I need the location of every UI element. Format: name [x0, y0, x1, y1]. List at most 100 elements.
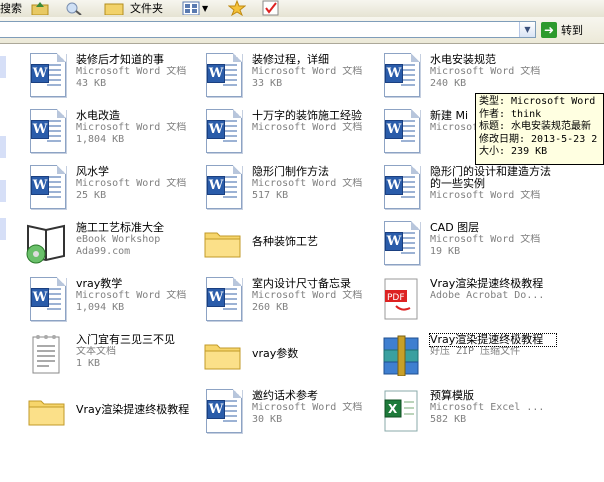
search-button[interactable]: 搜索	[0, 0, 24, 16]
file-text: 隐形门制作方法 Microsoft Word 文档 517 KB	[252, 166, 378, 202]
file-text: Vray渲染提速终极教程 好压 ZIP 压缩文件	[429, 333, 557, 358]
file-text: Vray渲染提速终极教程 Adobe Acrobat Do...	[430, 278, 556, 302]
file-text: 隐形门的设计和建造方法的一些实例 Microsoft Word 文档	[430, 166, 556, 202]
favorite-button[interactable]	[228, 0, 250, 16]
file-name: 风水学	[76, 165, 109, 178]
file-text: 水电安装规范 Microsoft Word 文档 240 KB	[430, 54, 556, 90]
file-text: 各种装饰工艺	[252, 236, 378, 248]
task-pane-header	[0, 218, 6, 240]
text-doc-icon	[24, 332, 70, 378]
check-button[interactable]	[262, 0, 284, 16]
address-dropdown-button[interactable]: ▼	[519, 22, 535, 37]
file-text: CAD 图层 Microsoft Word 文档 19 KB	[430, 222, 556, 258]
file-type: Microsoft Word 文档	[252, 66, 363, 77]
folder-icon	[104, 3, 124, 15]
file-type: Microsoft Word 文档	[76, 66, 187, 77]
file-item[interactable]: W 装修过程，详细 Microsoft Word 文档 33 KB	[200, 50, 378, 100]
file-type: Microsoft Word 文档	[76, 178, 187, 189]
file-size: 43 KB	[76, 78, 107, 89]
file-text: 施工工艺标准大全 eBook Workshop Ada99.com	[76, 222, 202, 258]
search-folder-button[interactable]	[64, 0, 92, 16]
file-type: 好压 ZIP 压缩文件	[430, 346, 521, 357]
file-item[interactable]: 施工工艺标准大全 eBook Workshop Ada99.com	[24, 218, 202, 268]
pdf-icon: PDF	[378, 276, 424, 322]
file-item[interactable]: W 十万字的装饰施工经验 Microsoft Word 文档	[200, 106, 378, 156]
file-text: 水电改造 Microsoft Word 文档 1,804 KB	[76, 110, 202, 146]
file-text: 十万字的装饰施工经验 Microsoft Word 文档	[252, 110, 378, 134]
file-item[interactable]: PDF Vray渲染提速终极教程 Adobe Acrobat Do...	[378, 274, 556, 324]
folders-button[interactable]: 文件夹	[104, 0, 174, 16]
tooltip-author: 作者: think	[479, 108, 542, 120]
file-item[interactable]: W 装修后才知道的事 Microsoft Word 文档 43 KB	[24, 50, 202, 100]
word-doc-icon: W	[200, 276, 246, 322]
folder-item[interactable]: vray参数	[200, 330, 378, 380]
file-item[interactable]: W CAD 图层 Microsoft Word 文档 19 KB	[378, 218, 556, 268]
up-folder-button[interactable]	[30, 0, 60, 16]
toolbar: 搜索 文件夹 ▼	[0, 0, 604, 18]
file-name: CAD 图层	[430, 221, 480, 234]
file-name: Vray渲染提速终极教程	[76, 403, 190, 416]
file-type: Microsoft Word 文档	[76, 290, 187, 301]
file-size: 30 KB	[252, 414, 283, 425]
file-name: Vray渲染提速终极教程	[429, 333, 557, 347]
file-size: 260 KB	[252, 302, 289, 313]
file-name: 施工工艺标准大全	[76, 221, 164, 234]
file-type: Adobe Acrobat Do...	[430, 290, 545, 301]
file-item[interactable]: Wvray教学 Microsoft Word 文档 1,094 KB	[24, 274, 202, 324]
file-text: Vray渲染提速终极教程	[76, 404, 202, 416]
go-label: 转到	[561, 24, 583, 37]
file-item[interactable]: W 隐形门的设计和建造方法的一些实例 Microsoft Word 文档	[378, 162, 556, 212]
task-pane-header	[0, 180, 6, 202]
file-name: vray教学	[76, 277, 123, 290]
views-button[interactable]: ▼	[182, 0, 218, 16]
file-name: vray参数	[252, 347, 299, 360]
file-size: Ada99.com	[76, 246, 131, 257]
file-name: 入门宜有三见三不见	[76, 333, 175, 346]
file-item[interactable]: Vray渲染提速终极教程 好压 ZIP 压缩文件	[378, 330, 557, 380]
file-item[interactable]: W 风水学 Microsoft Word 文档 25 KB	[24, 162, 202, 212]
file-size: 517 KB	[252, 190, 289, 201]
file-size: 1,804 KB	[76, 134, 125, 145]
file-text: 室内设计尺寸备忘录 Microsoft Word 文档 260 KB	[252, 278, 378, 314]
file-item[interactable]: X 预算模版 Microsoft Excel ... 582 KB	[378, 386, 556, 436]
address-input[interactable]: ▼	[0, 21, 536, 38]
excel-icon: X	[378, 388, 424, 434]
word-doc-icon: W	[378, 52, 424, 98]
file-size: 25 KB	[76, 190, 107, 201]
file-name: 隐形门制作方法	[252, 165, 329, 178]
folder-item[interactable]: 各种装饰工艺	[200, 218, 378, 268]
file-item[interactable]: W 隐形门制作方法 Microsoft Word 文档 517 KB	[200, 162, 378, 212]
file-size: 240 KB	[430, 78, 467, 89]
file-item[interactable]: 入门宜有三见三不见 文本文档 1 KB	[24, 330, 202, 380]
file-type: Microsoft Word 文档	[430, 190, 541, 201]
word-doc-icon: W	[24, 276, 70, 322]
file-text: 风水学 Microsoft Word 文档 25 KB	[76, 166, 202, 202]
folder-item[interactable]: Vray渲染提速终极教程	[24, 386, 202, 436]
word-doc-icon: W	[200, 388, 246, 434]
tooltip-modified: 修改日期: 2013-5-23 2	[479, 133, 598, 145]
zip-archive-icon	[378, 332, 424, 378]
chevron-down-icon: ▼	[202, 3, 209, 13]
folder-icon	[24, 388, 70, 434]
word-doc-icon: W	[200, 164, 246, 210]
file-name: 各种装饰工艺	[252, 235, 318, 248]
file-name: 装修过程，详细	[252, 53, 329, 66]
file-item[interactable]: W 邀约话术参考 Microsoft Word 文档 30 KB	[200, 386, 378, 436]
file-item[interactable]: W 室内设计尺寸备忘录 Microsoft Word 文档 260 KB	[200, 274, 378, 324]
file-size: 582 KB	[430, 414, 467, 425]
word-doc-icon: W	[378, 220, 424, 266]
file-type: Microsoft Word 文档	[252, 122, 363, 133]
go-button[interactable]: ➜ 转到	[541, 21, 583, 39]
svg-text:X: X	[388, 402, 398, 416]
file-name: Vray渲染提速终极教程	[430, 277, 544, 290]
file-info-tooltip: 类型: Microsoft Word 作者: think 标题: 水电安装规范最…	[475, 93, 604, 165]
file-size: 1 KB	[76, 358, 101, 369]
file-size: 33 KB	[252, 78, 283, 89]
checkmark-icon	[262, 0, 279, 16]
task-pane-header	[0, 56, 6, 78]
search-label: 搜索	[0, 2, 22, 15]
file-type: eBook Workshop	[76, 234, 161, 245]
file-item[interactable]: W 水电改造 Microsoft Word 文档 1,804 KB	[24, 106, 202, 156]
file-name: 水电安装规范	[430, 53, 496, 66]
tooltip-size: 大小: 239 KB	[479, 146, 548, 158]
